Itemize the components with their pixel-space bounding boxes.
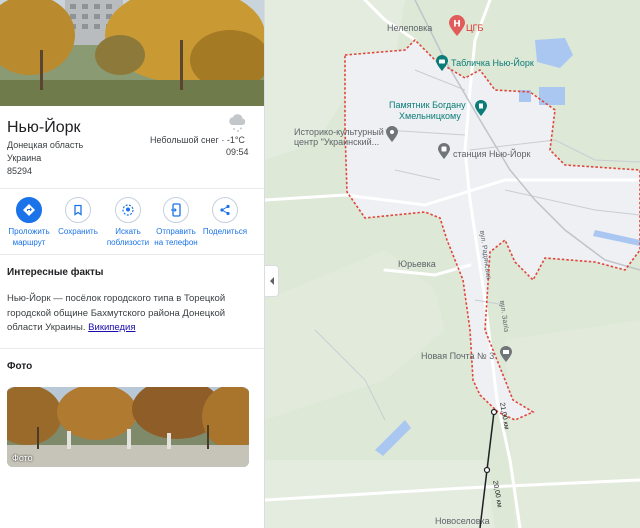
bookmark-icon — [65, 197, 91, 223]
facts-heading: Интересные факты — [7, 267, 104, 278]
directions-label: Проложить маршрут — [8, 227, 50, 247]
label-centr-1: Историко-культурный — [294, 127, 384, 137]
send-to-phone-label: Отправить на телефон — [154, 227, 198, 247]
map-graphics — [265, 0, 640, 528]
weather-condition: Небольшой снег · -1°C — [150, 135, 245, 145]
share-label: Поделиться — [202, 227, 248, 236]
place-title: Нью-Йорк — [7, 119, 81, 136]
label-tsgb: ЦГБ — [466, 23, 484, 33]
share-icon — [212, 197, 238, 223]
weather-time: 09:54 — [226, 147, 249, 157]
label-pamyatnik-1: Памятник Богдану — [389, 100, 466, 110]
label-nelepovka: Нелеповка — [387, 23, 433, 33]
facts-text: Нью-Йорк — посёлок городского типа в Тор… — [7, 292, 247, 336]
hospital-pin-icon[interactable]: H — [448, 15, 466, 42]
divider — [0, 254, 264, 255]
directions-icon — [16, 197, 42, 223]
post-office-pin-icon[interactable] — [499, 346, 513, 368]
address-zip: 85294 — [7, 166, 33, 176]
label-yurievka: Юрьевка — [398, 259, 436, 269]
save-label: Сохранить — [58, 227, 98, 236]
directions-button[interactable]: Проложить маршрут — [4, 197, 54, 248]
measure-point — [483, 466, 491, 474]
camera-pin-icon[interactable] — [435, 55, 449, 77]
divider — [0, 348, 264, 349]
collapse-panel-button[interactable] — [265, 265, 279, 297]
nearby-button[interactable]: Искать поблизости — [103, 197, 153, 248]
measure-point — [490, 408, 498, 416]
label-centr-2: центр "Украинский... — [294, 137, 380, 147]
station-pin-icon[interactable] — [437, 143, 451, 165]
water-body — [539, 87, 565, 105]
map-canvas[interactable]: H Нелеповка ЦГБ Табличка Нью-Йорк Памятн… — [265, 0, 640, 528]
address-region: Донецкая область — [7, 140, 84, 150]
save-button[interactable]: Сохранить — [53, 197, 103, 237]
send-to-phone-button[interactable]: Отправить на телефон — [151, 197, 201, 248]
nearby-icon — [115, 197, 141, 223]
label-novaya-pochta: Новая Почта № 3 — [421, 351, 495, 361]
photo-card[interactable]: Фото — [7, 387, 249, 467]
photo-label: Фото — [12, 453, 33, 463]
place-panel: Нью-Йорк Донецкая область Украина 85294 … — [0, 0, 265, 528]
label-pamyatnik-2: Хмельницкому — [399, 111, 461, 121]
label-novoselovka: Новоселовка — [435, 516, 490, 526]
send-to-phone-icon — [163, 197, 189, 223]
nearby-label: Искать поблизости — [106, 227, 150, 247]
cloud-snow-icon — [226, 112, 248, 134]
hero-photo[interactable] — [0, 0, 264, 106]
museum-pin-icon[interactable] — [385, 126, 399, 148]
wikipedia-link[interactable]: Википедия — [88, 322, 135, 333]
chevron-left-icon — [269, 277, 274, 285]
svg-text:H: H — [453, 20, 461, 30]
label-station: станция Нью-Йорк — [453, 149, 531, 159]
address-country: Украина — [7, 153, 42, 163]
monument-pin-icon[interactable] — [474, 100, 488, 122]
photos-heading: Фото — [7, 361, 33, 372]
label-tablichka: Табличка Нью-Йорк — [451, 58, 534, 68]
divider — [0, 188, 264, 189]
share-button[interactable]: Поделиться — [200, 197, 250, 237]
